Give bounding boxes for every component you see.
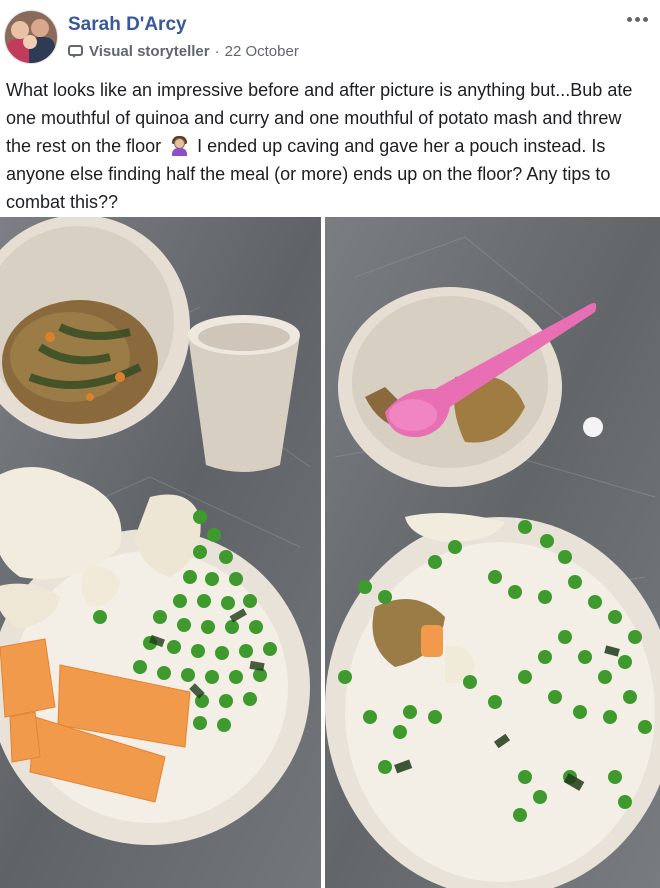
author-name[interactable]: Sarah D'Arcy bbox=[68, 14, 187, 36]
avatar[interactable] bbox=[4, 10, 58, 64]
post-header: Sarah D'Arcy Visual storyteller · 22 Oct… bbox=[0, 0, 660, 70]
speech-bubble-icon bbox=[68, 44, 84, 59]
post-meta: Visual storyteller · 22 October bbox=[68, 43, 299, 60]
post-date[interactable]: 22 October bbox=[225, 43, 299, 60]
after-photo[interactable] bbox=[325, 217, 660, 888]
before-photo[interactable] bbox=[0, 217, 321, 888]
meta-separator: · bbox=[214, 43, 220, 60]
woman-facepalming-emoji bbox=[170, 136, 188, 156]
post-body: What looks like an impressive before and… bbox=[6, 76, 646, 216]
photo-grid bbox=[0, 217, 660, 888]
more-options-icon[interactable] bbox=[624, 10, 650, 28]
visual-storyteller-badge[interactable]: Visual storyteller bbox=[89, 43, 210, 60]
